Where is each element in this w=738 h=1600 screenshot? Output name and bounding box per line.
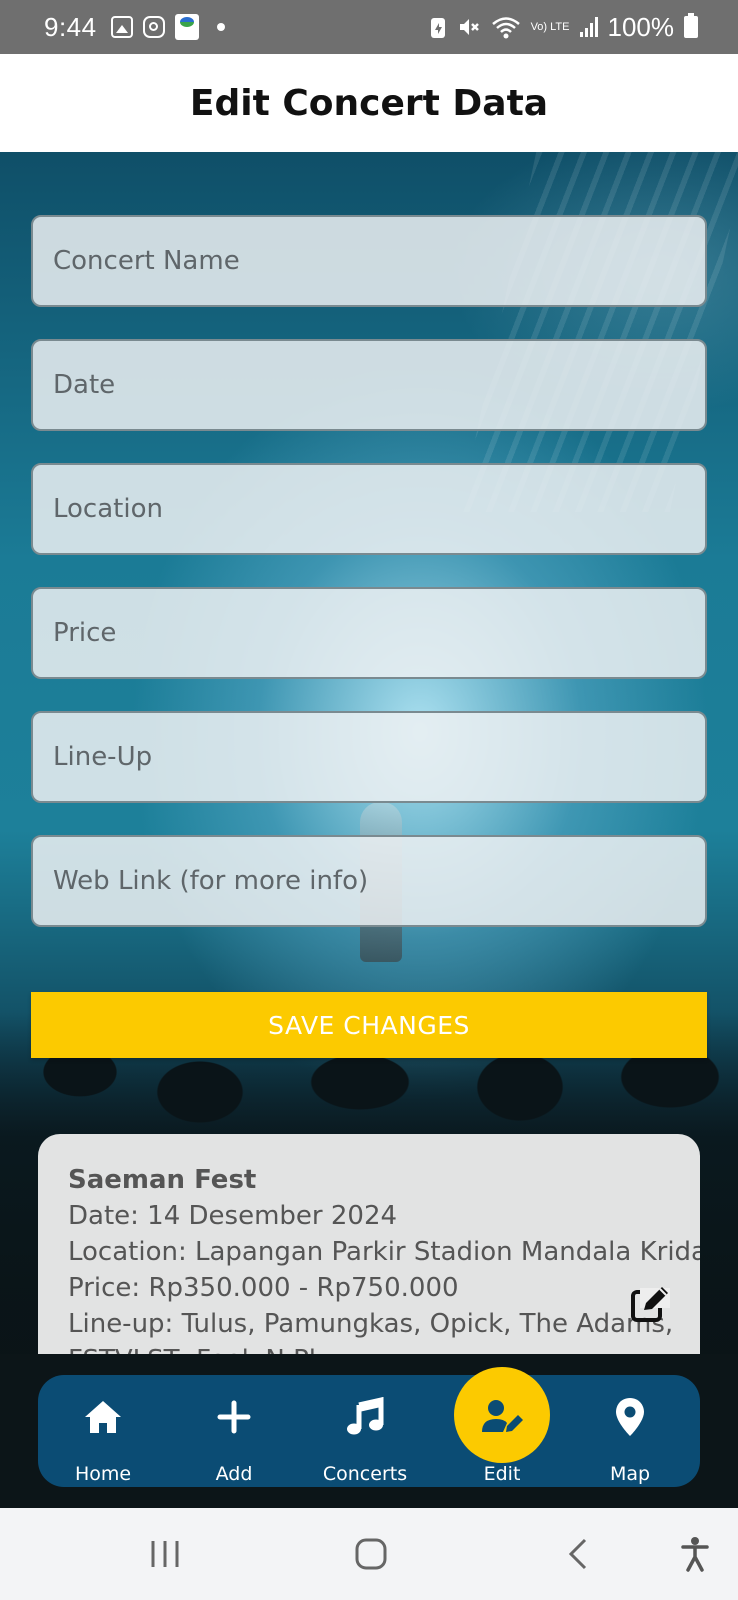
status-time: 9:44 — [44, 11, 97, 42]
date-input[interactable] — [51, 369, 705, 401]
concert-name-input[interactable] — [51, 245, 705, 277]
wifi-icon — [491, 17, 520, 39]
system-icons: Vo) LTE 100% — [429, 12, 698, 43]
battery-saver-icon — [430, 18, 445, 38]
map-pin-icon — [608, 1395, 652, 1439]
recent-apps-icon[interactable] — [143, 1532, 187, 1576]
page-title: Edit Concert Data — [189, 82, 549, 124]
home-icon — [81, 1395, 125, 1439]
volte-indicator: Vo) LTE — [530, 21, 570, 33]
music-note-icon — [343, 1395, 387, 1439]
system-navigation-bar — [0, 1508, 738, 1600]
back-icon[interactable] — [556, 1532, 600, 1576]
nav-concerts-label: Concerts — [322, 1463, 408, 1485]
price-input[interactable] — [51, 617, 705, 649]
battery-icon — [684, 13, 698, 38]
lineup-field[interactable] — [31, 711, 707, 803]
date-field[interactable] — [31, 339, 707, 431]
app-logo-icon — [174, 14, 199, 40]
status-bar: 9:44 Vo) LTE 100% — [0, 0, 738, 54]
app-header: Edit Concert Data — [0, 54, 738, 152]
bottom-navigation: Home Add Concerts Edit Map — [38, 1367, 700, 1487]
location-field[interactable] — [31, 463, 707, 555]
concert-lineup: Line-up: Tulus, Pamungkas, Opick, The Ad… — [68, 1309, 674, 1339]
nav-home[interactable]: Home — [48, 1375, 158, 1487]
nav-edit-label: Edit — [483, 1463, 521, 1485]
nav-map[interactable]: Map — [575, 1375, 685, 1487]
mute-icon — [459, 19, 479, 35]
user-edit-icon — [480, 1395, 524, 1439]
background-stage-lights — [459, 152, 738, 512]
lineup-input[interactable] — [51, 741, 705, 773]
concert-date: Date: 14 Desember 2024 — [68, 1201, 398, 1231]
nav-edit[interactable]: Edit — [447, 1375, 557, 1487]
concert-price: Price: Rp350.000 - Rp750.000 — [68, 1273, 459, 1303]
weblink-input[interactable] — [51, 865, 705, 897]
nav-home-label: Home — [74, 1463, 132, 1485]
content-area: SAVE CHANGES Saeman Fest Date: 14 Desemb… — [0, 152, 738, 1508]
location-input[interactable] — [51, 493, 705, 525]
weblink-field[interactable] — [31, 835, 707, 927]
nav-map-label: Map — [609, 1463, 651, 1485]
nav-add-label: Add — [215, 1463, 253, 1485]
signal-icon — [579, 17, 598, 37]
edit-concert-icon[interactable] — [630, 1284, 670, 1324]
more-notifications-dot-icon — [216, 23, 225, 31]
accessibility-icon[interactable] — [673, 1532, 717, 1576]
concert-card[interactable]: Saeman Fest Date: 14 Desember 2024 Locat… — [38, 1134, 700, 1374]
plus-icon — [212, 1395, 256, 1439]
concert-title: Saeman Fest — [68, 1165, 257, 1195]
concert-location: Location: Lapangan Parkir Stadion Mandal… — [68, 1237, 700, 1267]
home-button-icon[interactable] — [349, 1532, 393, 1576]
price-field[interactable] — [31, 587, 707, 679]
gallery-icon — [110, 16, 133, 38]
save-changes-button[interactable]: SAVE CHANGES — [31, 992, 707, 1058]
notification-icons — [110, 14, 225, 40]
concert-name-field[interactable] — [31, 215, 707, 307]
instagram-icon — [142, 16, 165, 38]
battery-percent: 100% — [607, 11, 675, 42]
nav-add[interactable]: Add — [179, 1375, 289, 1487]
nav-concerts[interactable]: Concerts — [310, 1375, 420, 1487]
